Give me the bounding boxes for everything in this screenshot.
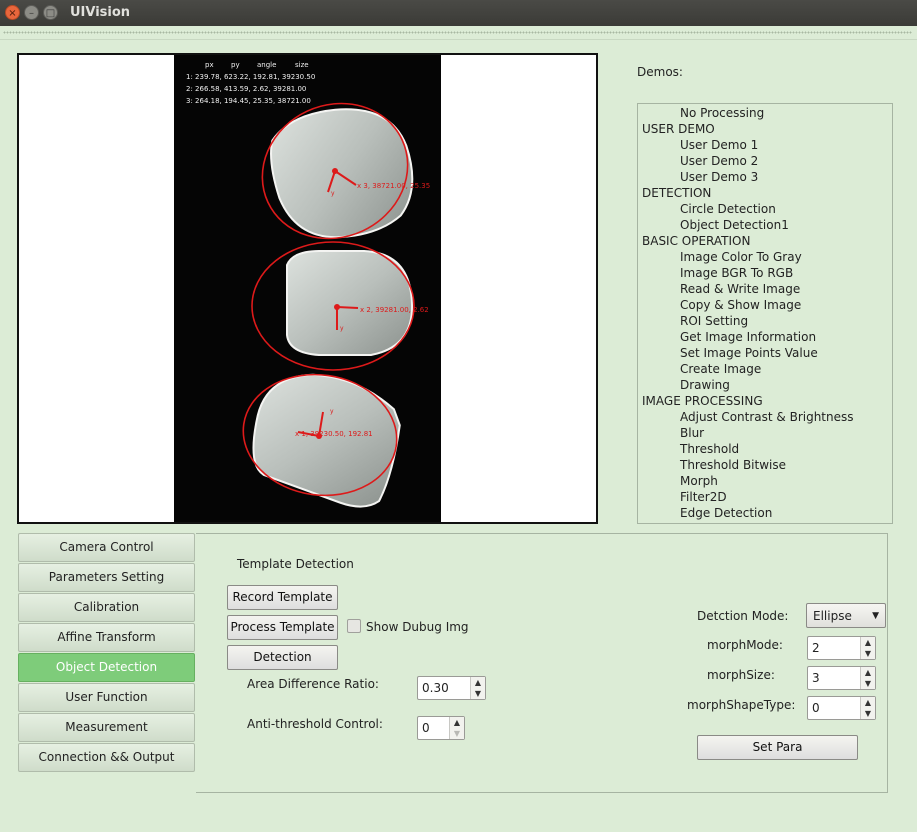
demo-item[interactable]: Threshold Bitwise: [638, 457, 892, 473]
area-ratio-label: Area Difference Ratio:: [247, 677, 379, 691]
overlay-header-size: size: [295, 61, 309, 69]
demo-item[interactable]: Image BGR To RGB: [638, 265, 892, 281]
demo-item[interactable]: No Processing: [638, 105, 892, 121]
detection-mode-combobox[interactable]: Ellipse ▼: [806, 603, 886, 628]
area-ratio-value: 0.30: [422, 681, 449, 695]
show-debug-checkbox[interactable]: [347, 619, 361, 633]
morph-mode-value: 2: [812, 641, 820, 655]
demo-item[interactable]: Adjust Contrast & Brightness: [638, 409, 892, 425]
anti-threshold-down-icon[interactable]: ▼: [450, 728, 464, 739]
morph-size-value: 3: [812, 671, 820, 685]
object-1-label: x 1, 39230.50, 192.81: [295, 430, 373, 438]
nav-camera-control[interactable]: Camera Control: [18, 533, 195, 562]
nav-measurement[interactable]: Measurement: [18, 713, 195, 742]
morph-shape-up-icon[interactable]: ▲: [861, 697, 875, 708]
morph-mode-down-icon[interactable]: ▼: [861, 648, 875, 659]
maximize-window-icon[interactable]: □: [43, 5, 58, 20]
area-ratio-spinbox[interactable]: 0.30 ▲ ▼: [417, 676, 486, 700]
demo-item[interactable]: Object Detection1: [638, 217, 892, 233]
morph-size-label: morphSize:: [707, 668, 775, 682]
overlay-row-2: 2: 266.58, 413.59, 2.62, 39281.00: [186, 85, 306, 93]
toolbar-area: [0, 26, 917, 40]
detection-result-image: px py angle size 1: 239.78, 623.22, 192.…: [174, 55, 441, 522]
demo-list[interactable]: No Processing USER DEMO User Demo 1 User De…: [637, 103, 893, 524]
demos-label: Demos:: [637, 65, 683, 79]
demo-item[interactable]: Circle Detection: [638, 201, 892, 217]
area-ratio-down-icon[interactable]: ▼: [471, 688, 485, 699]
morph-mode-spinbox[interactable]: 2 ▲ ▼: [807, 636, 876, 660]
demo-item[interactable]: Set Image Points Value: [638, 345, 892, 361]
demo-item[interactable]: User Demo 2: [638, 153, 892, 169]
demo-item[interactable]: Read & Write Image: [638, 281, 892, 297]
anti-threshold-spinbox[interactable]: 0 ▲ ▼: [417, 716, 465, 740]
title-bar: × – □ UIVision: [0, 0, 917, 26]
overlay-header-px: px: [205, 61, 214, 69]
demo-item[interactable]: User Demo 3: [638, 169, 892, 185]
toolbar-grip-icon[interactable]: [3, 31, 912, 34]
morph-shape-down-icon[interactable]: ▼: [861, 708, 875, 719]
show-debug-label: Show Dubug Img: [366, 620, 469, 634]
record-template-button[interactable]: Record Template: [227, 585, 338, 610]
morph-size-up-icon[interactable]: ▲: [861, 667, 875, 678]
demo-item[interactable]: Threshold: [638, 441, 892, 457]
anti-threshold-label: Anti-threshold Control:: [247, 717, 383, 731]
chevron-down-icon: ▼: [872, 611, 879, 621]
morph-size-spinbox[interactable]: 3 ▲ ▼: [807, 666, 876, 690]
nav-user-function[interactable]: User Function: [18, 683, 195, 712]
morph-mode-label: morphMode:: [707, 638, 783, 652]
minimize-window-icon[interactable]: –: [24, 5, 39, 20]
morph-shape-spinbox[interactable]: 0 ▲ ▼: [807, 696, 876, 720]
demo-category[interactable]: USER DEMO: [638, 121, 892, 137]
morph-shape-value: 0: [812, 701, 820, 715]
nav-connection-output[interactable]: Connection && Output: [18, 743, 195, 772]
nav-calibration[interactable]: Calibration: [18, 593, 195, 622]
detection-button[interactable]: Detection: [227, 645, 338, 670]
function-nav: Camera Control Parameters Setting Calibrat…: [18, 533, 196, 773]
process-template-button[interactable]: Process Template: [227, 615, 338, 640]
area-ratio-up-icon[interactable]: ▲: [471, 677, 485, 688]
overlay-row-1: 1: 239.78, 623.22, 192.81, 39230.50: [186, 73, 315, 81]
demo-item[interactable]: Filter2D: [638, 489, 892, 505]
detection-mode-value: Ellipse: [813, 609, 852, 623]
set-para-button[interactable]: Set Para: [697, 735, 858, 760]
close-window-icon[interactable]: ×: [5, 5, 20, 20]
morph-size-down-icon[interactable]: ▼: [861, 678, 875, 689]
demo-item[interactable]: Edge Detection: [638, 505, 892, 521]
object-3-label: x 3, 38721.00, 25.35: [357, 182, 430, 190]
demo-item[interactable]: Create Image: [638, 361, 892, 377]
detection-mode-label: Detction Mode:: [697, 609, 789, 623]
overlay-row-3: 3: 264.18, 194.45, 25.35, 38721.00: [186, 97, 311, 105]
overlay-header-angle: angle: [257, 61, 276, 69]
demo-item[interactable]: Get Image Information: [638, 329, 892, 345]
object-2-axis-label: y: [340, 325, 344, 332]
demo-item[interactable]: Morph: [638, 473, 892, 489]
demo-item[interactable]: ROI Setting: [638, 313, 892, 329]
demo-item[interactable]: Image Color To Gray: [638, 249, 892, 265]
demo-item[interactable]: Copy & Show Image: [638, 297, 892, 313]
window-title: UIVision: [70, 5, 131, 20]
demo-category[interactable]: BASIC OPERATION: [638, 233, 892, 249]
object-2-label: x 2, 39281.00, 2.62: [360, 306, 429, 314]
demo-item[interactable]: User Demo 1: [638, 137, 892, 153]
object-3-axis-label: y: [331, 190, 335, 197]
nav-affine-transform[interactable]: Affine Transform: [18, 623, 195, 652]
demo-item[interactable]: Blur: [638, 425, 892, 441]
template-detection-title: Template Detection: [237, 557, 354, 571]
anti-threshold-up-icon[interactable]: ▲: [450, 717, 464, 728]
demo-item[interactable]: Drawing: [638, 377, 892, 393]
image-viewer: px py angle size 1: 239.78, 623.22, 192.…: [17, 53, 598, 524]
object-1-axis-label: y: [330, 408, 334, 415]
anti-threshold-value: 0: [422, 721, 430, 735]
morph-shape-label: morphShapeType:: [687, 698, 796, 712]
nav-parameters-setting[interactable]: Parameters Setting: [18, 563, 195, 592]
demo-category[interactable]: IMAGE PROCESSING: [638, 393, 892, 409]
nav-object-detection[interactable]: Object Detection: [18, 653, 195, 682]
morph-mode-up-icon[interactable]: ▲: [861, 637, 875, 648]
overlay-header-py: py: [231, 61, 240, 69]
demo-category[interactable]: DETECTION: [638, 185, 892, 201]
